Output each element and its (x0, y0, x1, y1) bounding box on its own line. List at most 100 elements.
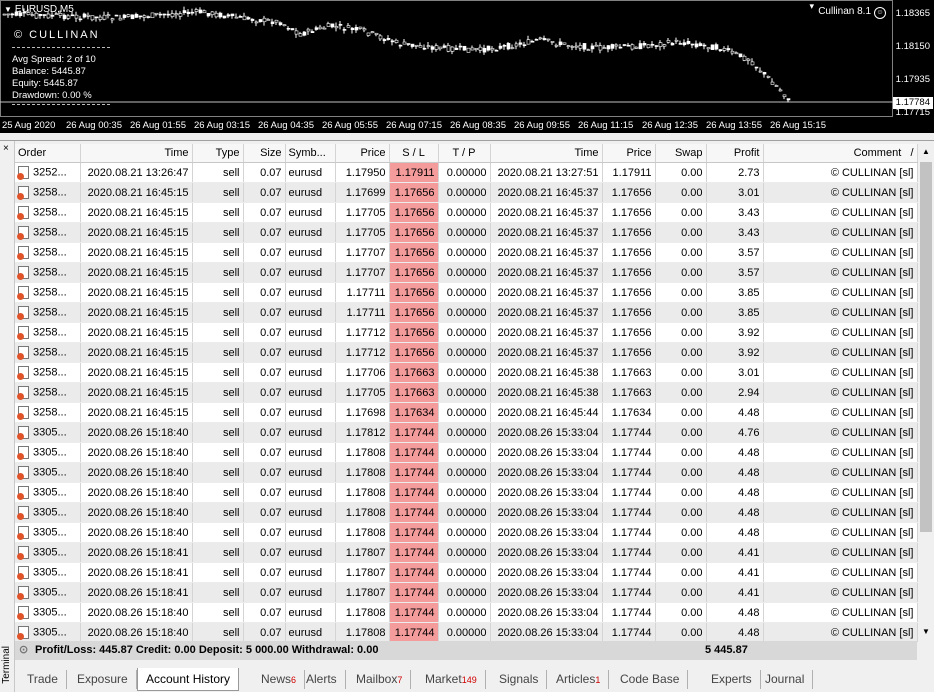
col-open-time[interactable]: Time (80, 144, 193, 163)
table-row[interactable]: 3305... 2020.08.26 15:18:41 sell 0.07 eurusd… (15, 582, 918, 603)
col-take-profit[interactable]: T / P (438, 144, 491, 163)
candle-body (674, 39, 679, 42)
vertical-scrollbar[interactable]: ▲ ▼ (918, 144, 934, 640)
cell-order: 3305... (15, 462, 81, 483)
cell-stop-loss: 1.17744 (389, 542, 439, 563)
cell-open-price: 1.17808 (335, 462, 390, 483)
table-row[interactable]: 3305... 2020.08.26 15:18:40 sell 0.07 eurusd… (15, 622, 918, 643)
scrollbar-thumb[interactable] (920, 162, 932, 532)
close-icon[interactable]: × (3, 143, 9, 154)
table-row[interactable]: 3258... 2020.08.21 16:45:15 sell 0.07 eurusd… (15, 362, 918, 383)
table-row[interactable]: 3305... 2020.08.26 15:18:40 sell 0.07 eurusd… (15, 462, 918, 483)
tab-journal[interactable]: Journal (757, 670, 814, 689)
cell-type: sell (192, 482, 244, 503)
table-row[interactable]: 3258... 2020.08.21 16:45:15 sell 0.07 eurusd… (15, 222, 918, 243)
table-row[interactable]: 3258... 2020.08.21 16:45:15 sell 0.07 eurusd… (15, 322, 918, 343)
cell-order: 3258... (15, 182, 81, 203)
price-chart[interactable]: ▼ EURUSD,M5 © CULLINAN Avg Spread: 2 of 1… (0, 0, 934, 133)
cell-stop-loss: 1.17744 (389, 462, 439, 483)
tab-trade[interactable]: Trade (19, 670, 67, 689)
tab-alerts[interactable]: Alerts (298, 670, 346, 689)
col-symbol[interactable]: Symb... (285, 144, 336, 163)
table-row[interactable]: 3258... 2020.08.21 16:45:15 sell 0.07 eurusd… (15, 402, 918, 423)
candle-body (262, 17, 267, 23)
col-close-time[interactable]: Time (490, 144, 603, 163)
table-row[interactable]: 3258... 2020.08.21 16:45:15 sell 0.07 eurusd… (15, 202, 918, 223)
table-row[interactable]: 3258... 2020.08.21 16:45:15 sell 0.07 eurusd… (15, 302, 918, 323)
expert-advisor-label[interactable]: Cullinan 8.1 ☺ (818, 6, 886, 19)
table-row[interactable]: 3305... 2020.08.26 15:18:40 sell 0.07 eurusd… (15, 442, 918, 463)
scroll-up-icon[interactable]: ▲ (918, 144, 934, 160)
cell-close-time: 2020.08.26 15:33:04 (490, 522, 603, 543)
order-number: 3305... (33, 486, 67, 499)
candle-body (222, 15, 227, 19)
scroll-down-icon[interactable]: ▼ (918, 624, 934, 640)
candle-body (338, 24, 343, 26)
tab-account-history[interactable]: Account History (137, 668, 240, 691)
dropdown-triangle-icon[interactable]: ▼ (4, 5, 12, 14)
table-row[interactable]: 3305... 2020.08.26 15:18:40 sell 0.07 eurusd… (15, 422, 918, 443)
col-open-price[interactable]: Price (335, 144, 390, 163)
order-number: 3305... (33, 566, 67, 579)
candle-body (518, 42, 523, 45)
table-row[interactable]: 3258... 2020.08.21 16:45:15 sell 0.07 eurusd… (15, 262, 918, 283)
col-profit[interactable]: Profit (706, 144, 764, 163)
cell-symbol: eurusd (285, 342, 336, 363)
tab-experts[interactable]: Experts (703, 670, 761, 689)
time-tick: 26 Aug 01:55 (130, 120, 186, 131)
tab-articles[interactable]: Articles1 (548, 670, 610, 689)
cell-open-time: 2020.08.26 15:18:41 (80, 582, 193, 603)
candle-body (786, 98, 791, 101)
table-row[interactable]: 3305... 2020.08.26 15:18:41 sell 0.07 eurusd… (15, 542, 918, 563)
cell-symbol: eurusd (285, 582, 336, 603)
cell-size: 0.07 (243, 302, 286, 323)
candle-body (342, 29, 347, 31)
table-row[interactable]: 3258... 2020.08.21 16:45:15 sell 0.07 eurusd… (15, 242, 918, 263)
candle-body (370, 31, 375, 33)
table-row[interactable]: 3305... 2020.08.26 15:18:40 sell 0.07 eurusd… (15, 502, 918, 523)
candle-body (278, 22, 283, 26)
tab-signals[interactable]: Signals (491, 670, 548, 689)
sell-order-icon (17, 486, 29, 500)
candle-body (698, 43, 703, 47)
tab-count-badge: 149 (461, 675, 477, 685)
col-stop-loss[interactable]: S / L (389, 144, 439, 163)
tab-code-base[interactable]: Code Base (612, 670, 689, 689)
current-price-label: 1.17784 (892, 97, 933, 109)
table-row[interactable]: 3258... 2020.08.21 16:45:15 sell 0.07 eurusd… (15, 182, 918, 203)
cell-size: 0.07 (243, 542, 286, 563)
candle-body (590, 45, 595, 50)
col-close-price[interactable]: Price (602, 144, 656, 163)
table-row[interactable]: 3305... 2020.08.26 15:18:40 sell 0.07 eurusd… (15, 482, 918, 503)
table-row[interactable]: 3305... 2020.08.26 15:18:41 sell 0.07 eurusd… (15, 562, 918, 583)
candle-body (762, 72, 767, 75)
table-row[interactable]: 3252... 2020.08.21 13:26:47 sell 0.07 eurusd… (15, 162, 918, 183)
table-row[interactable]: 3258... 2020.08.21 16:45:15 sell 0.07 eurusd… (15, 382, 918, 403)
table-row[interactable]: 3258... 2020.08.21 16:45:15 sell 0.07 eurusd… (15, 342, 918, 363)
candle-body (770, 81, 775, 85)
table-row[interactable]: 3258... 2020.08.21 16:45:15 sell 0.07 eurusd… (15, 282, 918, 303)
col-comment[interactable]: Comment / (763, 144, 918, 163)
cell-take-profit: 0.00000 (438, 482, 491, 503)
col-order[interactable]: Order (15, 144, 81, 163)
candle-body (318, 26, 323, 30)
cell-order: 3305... (15, 502, 81, 523)
candle-body (730, 50, 735, 54)
cell-close-price: 1.17744 (602, 502, 656, 523)
tab-count-badge: 1 (595, 675, 601, 685)
tab-mailbox[interactable]: Mailbox7 (348, 670, 412, 689)
candle-body (682, 42, 687, 46)
tab-market[interactable]: Market149 (417, 670, 486, 689)
chart-title: ▼ EURUSD,M5 (4, 4, 74, 15)
cell-close-time: 2020.08.26 15:33:04 (490, 462, 603, 483)
tab-exposure[interactable]: Exposure (69, 670, 137, 689)
candle-body (538, 37, 543, 40)
table-row[interactable]: 3305... 2020.08.26 15:18:40 sell 0.07 eurusd… (15, 602, 918, 623)
candle-body (742, 55, 747, 61)
col-swap[interactable]: Swap (655, 144, 707, 163)
col-type[interactable]: Type (192, 144, 244, 163)
cell-order: 3258... (15, 262, 81, 283)
col-size[interactable]: Size (243, 144, 286, 163)
candle-body (94, 16, 99, 19)
table-row[interactable]: 3305... 2020.08.26 15:18:40 sell 0.07 eurusd… (15, 522, 918, 543)
